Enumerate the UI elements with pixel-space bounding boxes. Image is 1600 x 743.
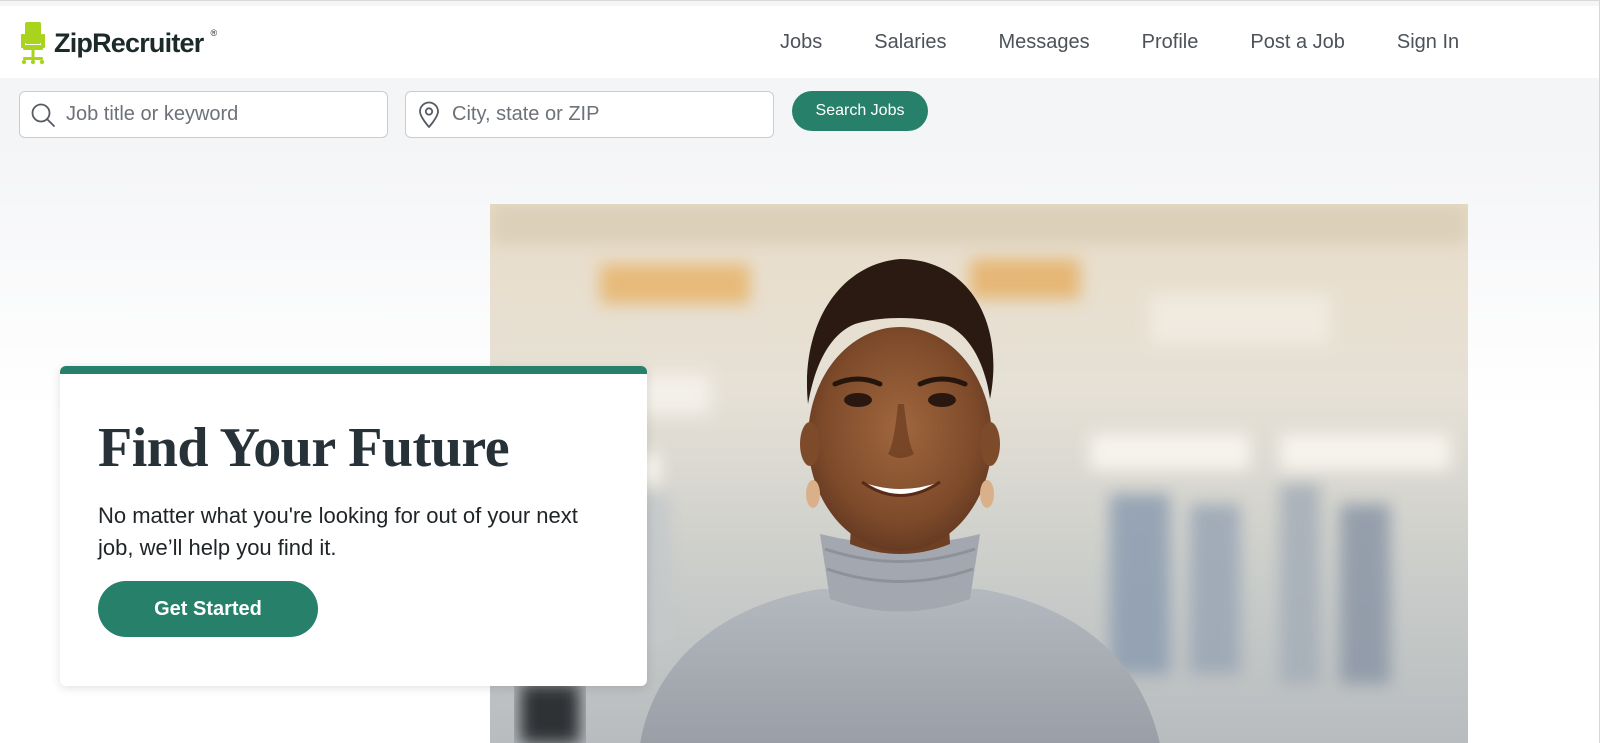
registered-mark: ® — [210, 28, 218, 38]
office-chair-icon — [21, 22, 45, 65]
keyword-field[interactable] — [19, 91, 388, 138]
main-nav: Jobs Salaries Messages Profile Post a Jo… — [780, 6, 1511, 78]
nav-jobs-link[interactable]: Jobs — [780, 31, 822, 54]
ziprecruiter-logo[interactable]: ZipRecruiter ® — [18, 20, 217, 66]
keyword-input[interactable] — [66, 103, 366, 126]
page: ZipRecruiter ® Jobs Salaries Messages Pro… — [0, 0, 1600, 743]
hero-subtitle: No matter what you're looking for out of… — [98, 503, 578, 560]
get-started-button[interactable]: Get Started — [98, 581, 318, 637]
hero-title: Find Your Future — [98, 417, 510, 479]
location-input[interactable] — [452, 103, 752, 126]
logo-wordmark: ZipRecruiter — [54, 27, 204, 58]
search-jobs-button[interactable]: Search Jobs — [792, 91, 928, 131]
nav-salaries-link[interactable]: Salaries — [874, 31, 946, 54]
hero-card: Find Your Future No matter what you're l… — [60, 366, 647, 686]
search-icon — [31, 103, 55, 127]
location-field[interactable] — [405, 91, 774, 138]
nav-messages-link[interactable]: Messages — [999, 31, 1090, 54]
nav-sign-in-link[interactable]: Sign In — [1397, 31, 1459, 54]
site-header: ZipRecruiter ® Jobs Salaries Messages Pro… — [0, 6, 1599, 78]
nav-post-a-job-link[interactable]: Post a Job — [1250, 31, 1345, 54]
location-pin-icon — [419, 101, 439, 128]
nav-profile-link[interactable]: Profile — [1142, 31, 1199, 54]
